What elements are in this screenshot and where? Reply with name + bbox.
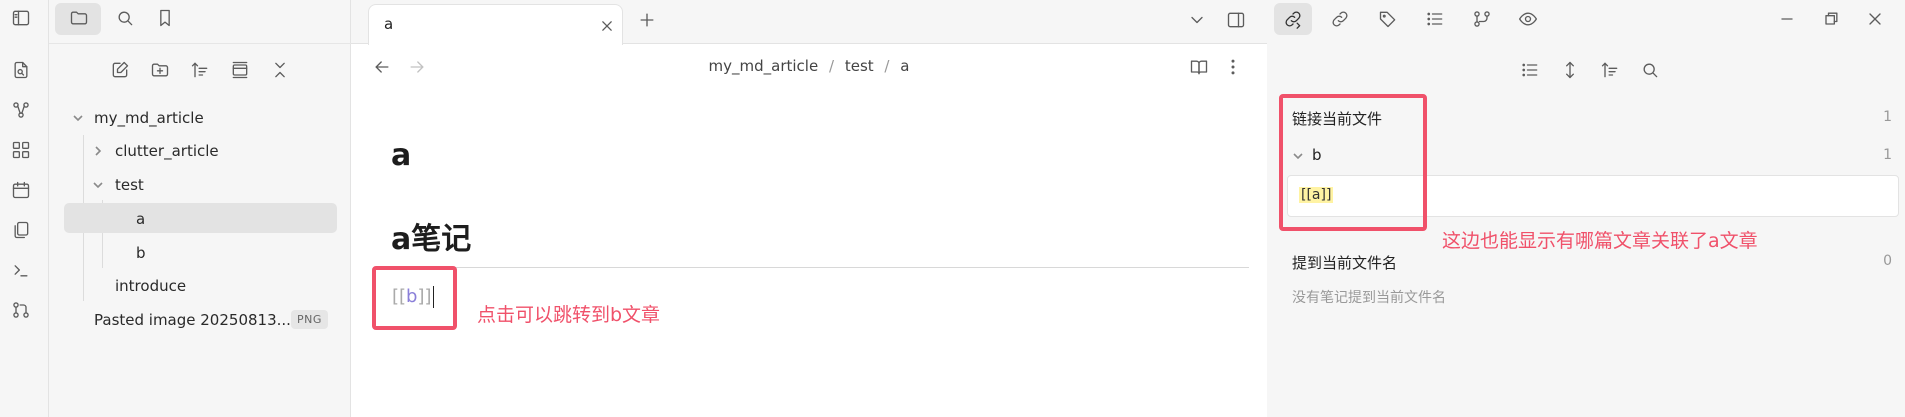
tree-folder-my-md-article[interactable]: my_md_article (94, 103, 204, 133)
note-title: a (391, 138, 412, 173)
chevron-right-icon[interactable] (91, 144, 105, 158)
heading-divider (391, 267, 1249, 268)
breadcrumb-separator: / (884, 57, 890, 75)
tree-item-label: introduce (115, 277, 187, 295)
active-file-highlight (64, 203, 337, 233)
right-sidebar-toggle-icon[interactable] (1224, 8, 1248, 32)
more-options-icon[interactable] (1221, 55, 1245, 79)
tags-icon[interactable] (1376, 7, 1400, 31)
tree-folder-test[interactable]: test (115, 170, 144, 200)
backlink-file-count: 1 (1883, 147, 1892, 163)
new-tab-icon[interactable] (635, 8, 659, 32)
templates-icon[interactable] (9, 218, 33, 242)
linked-mentions-count: 1 (1883, 109, 1892, 125)
tree-item-label: clutter_article (115, 142, 219, 160)
chevron-down-icon[interactable] (91, 178, 105, 192)
collapse-all-icon[interactable] (268, 58, 292, 82)
tree-item-label: a (136, 210, 146, 228)
breadcrumb-item[interactable]: my_md_article (709, 57, 819, 75)
tab-a[interactable]: a (368, 4, 623, 45)
left-ribbon (0, 0, 49, 417)
file-explorer-sidebar: my_md_article clutter_article test a b i… (49, 0, 351, 417)
search-icon[interactable] (113, 6, 137, 30)
new-note-icon[interactable] (108, 58, 132, 82)
tree-file-b[interactable]: b (136, 238, 146, 268)
tab-title: a (384, 15, 394, 33)
show-more-context-icon[interactable] (1558, 58, 1582, 82)
sidebar-tab-header (49, 0, 351, 44)
backlinks-icon[interactable] (1281, 7, 1305, 31)
annotation-box-backlinks (1279, 94, 1427, 231)
restore-icon[interactable] (1819, 7, 1843, 31)
canvas-icon[interactable] (9, 138, 33, 162)
tree-file-pasted-image[interactable]: Pasted image 20250813... (94, 305, 291, 335)
terminal-icon[interactable] (9, 258, 33, 282)
breadcrumb-item[interactable]: test (845, 57, 874, 75)
chevron-down-icon[interactable] (71, 111, 85, 125)
quick-switcher-icon[interactable] (9, 58, 33, 82)
sidebar-toggle-icon[interactable] (9, 6, 33, 30)
tab-bar: a (351, 0, 1267, 45)
outgoing-links-icon[interactable] (1328, 7, 1352, 31)
unlinked-empty-message: 没有笔记提到当前文件名 (1292, 290, 1446, 306)
tree-item-label: Pasted image 20250813... (94, 311, 291, 329)
sort-icon[interactable] (188, 58, 212, 82)
right-sidebar-tabs (1267, 0, 1905, 44)
chevron-down-icon[interactable] (1185, 8, 1209, 32)
close-icon[interactable] (595, 14, 619, 38)
tree-item-label: test (115, 176, 144, 194)
git-icon[interactable] (1470, 7, 1494, 31)
search-icon[interactable] (1638, 58, 1662, 82)
minimize-icon[interactable] (1775, 7, 1799, 31)
note-heading: a笔记 (391, 222, 472, 257)
reading-view-icon[interactable] (1187, 55, 1211, 79)
outline-icon[interactable] (1423, 7, 1447, 31)
folder-icon[interactable] (67, 6, 91, 30)
annotation-text-right: 这边也能显示有哪篇文章关联了a文章 (1442, 230, 1758, 252)
right-sidebar: 链接当前文件 1 b 1 [[a]] 这边也能显示有哪篇文章关联了a文章 提到当… (1267, 0, 1905, 417)
new-folder-icon[interactable] (148, 58, 172, 82)
sort-icon[interactable] (1598, 58, 1622, 82)
collapse-results-icon[interactable] (1518, 58, 1542, 82)
graph-view-icon[interactable] (9, 98, 33, 122)
breadcrumb-item[interactable]: a (900, 57, 909, 75)
annotation-box-link (372, 266, 457, 330)
tree-item-label: my_md_article (94, 109, 204, 127)
git-pull-request-icon[interactable] (9, 298, 33, 322)
bookmark-icon[interactable] (153, 6, 177, 30)
unlinked-mentions-count: 0 (1883, 253, 1892, 269)
breadcrumb-separator: / (828, 57, 835, 75)
tree-file-introduce[interactable]: introduce (115, 271, 186, 301)
auto-reveal-icon[interactable] (228, 58, 252, 82)
annotation-text-left: 点击可以跳转到b文章 (477, 304, 661, 326)
unlinked-mentions-title[interactable]: 提到当前文件名 (1292, 252, 1397, 273)
tree-folder-clutter-article[interactable]: clutter_article (115, 136, 219, 166)
eye-icon[interactable] (1516, 7, 1540, 31)
breadcrumb: my_md_article / test / a (351, 57, 1267, 75)
close-window-icon[interactable] (1863, 7, 1887, 31)
tree-item-label: b (136, 244, 146, 262)
file-type-badge: PNG (291, 310, 328, 329)
tree-file-a[interactable]: a (136, 204, 145, 234)
calendar-icon[interactable] (9, 178, 33, 202)
editor-pane: a my_md_article / test / a a a笔记 [[b]] 点… (351, 0, 1267, 417)
